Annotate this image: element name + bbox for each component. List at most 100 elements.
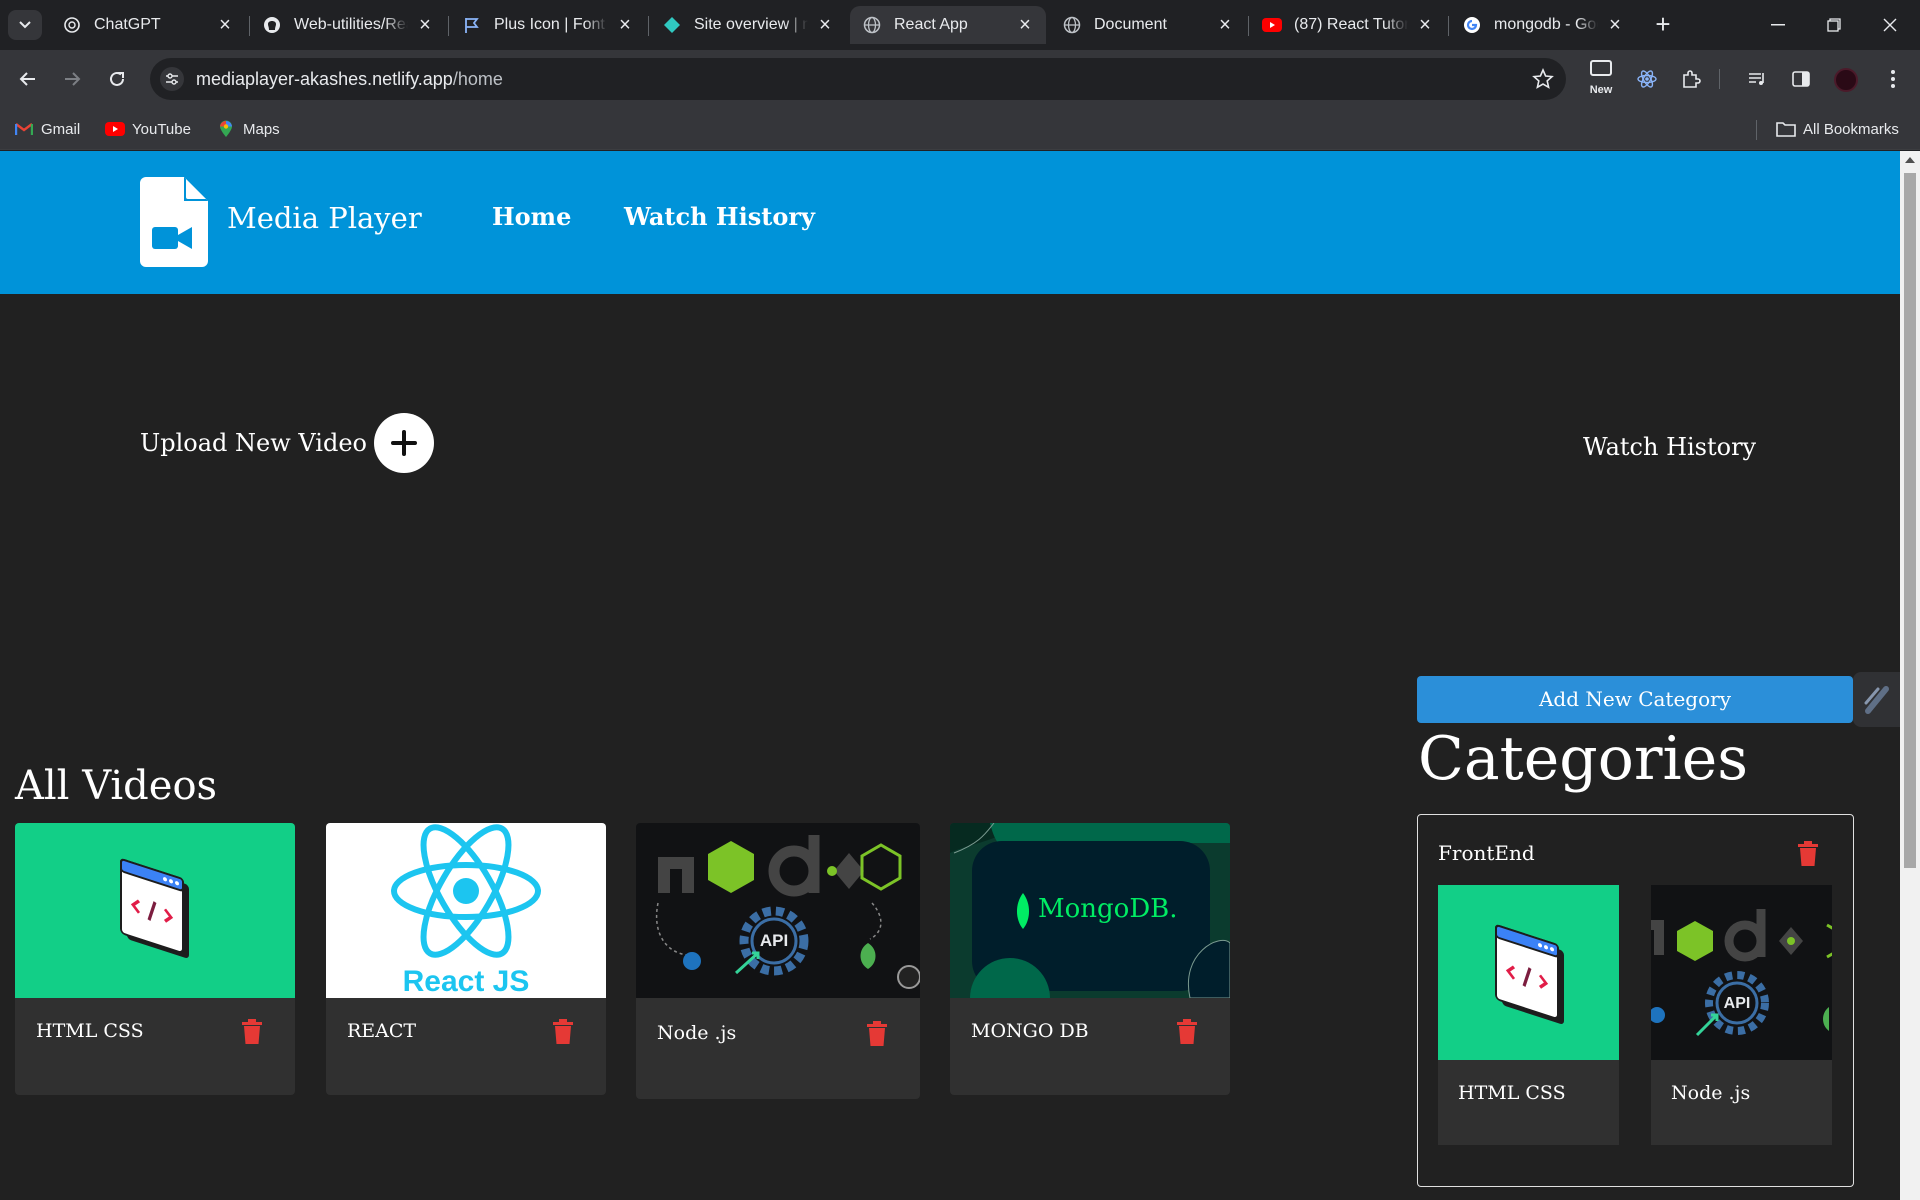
globe-icon (1062, 15, 1082, 35)
trash-icon[interactable] (1176, 1019, 1198, 1045)
media-controls-button[interactable] (1742, 64, 1772, 94)
browser-toolbar: mediaplayer-akashes.netlify.app/home New (0, 50, 1920, 108)
bookmark-label: YouTube (132, 120, 191, 138)
scroll-up-icon[interactable] (1905, 157, 1915, 163)
close-tab-icon[interactable]: × (1416, 14, 1434, 36)
video-caption: HTML CSS (36, 1020, 144, 1042)
trash-icon[interactable] (241, 1019, 263, 1045)
close-icon (1883, 18, 1897, 32)
close-tab-icon[interactable]: × (1016, 14, 1034, 36)
trash-icon[interactable] (1797, 841, 1819, 867)
all-bookmarks-label: All Bookmarks (1803, 120, 1899, 138)
video-thumbnail-html-css[interactable] (15, 823, 295, 998)
app-header: Media Player Home Watch History (0, 151, 1900, 294)
trash-icon[interactable] (552, 1019, 574, 1045)
new-tab-button[interactable]: + (1650, 11, 1676, 38)
minimize-button[interactable] (1750, 0, 1806, 50)
bookmark-star-icon[interactable] (1532, 67, 1554, 95)
video-thumbnail-mongodb[interactable]: MongoDB. (950, 823, 1230, 998)
tab-document[interactable]: Document × (1050, 6, 1246, 44)
video-card[interactable]: React JS REACT (326, 823, 606, 1095)
video-caption: Node .js (657, 1022, 737, 1044)
close-tab-icon[interactable]: × (816, 14, 834, 36)
close-tab-icon[interactable]: × (1606, 14, 1624, 36)
close-window-button[interactable] (1862, 0, 1918, 50)
forward-button[interactable] (56, 63, 88, 95)
close-tab-icon[interactable]: × (416, 14, 434, 36)
arrow-left-icon (19, 72, 35, 86)
tab-title: Plus Icon | Font A (494, 16, 608, 33)
extension-badge: New (1589, 84, 1613, 96)
tab-google[interactable]: mongodb - Goo × (1450, 6, 1636, 44)
react-icon (1637, 70, 1657, 88)
all-bookmarks-button[interactable]: All Bookmarks (1776, 116, 1899, 142)
upload-video-button[interactable] (374, 413, 434, 473)
video-card[interactable]: HTML CSS (15, 823, 295, 1095)
url-text: mediaplayer-akashes.netlify.app/home (196, 69, 503, 90)
video-thumbnail-node: API (1651, 885, 1832, 1060)
video-caption: HTML CSS (1458, 1082, 1566, 1104)
react-devtools-button[interactable] (1632, 64, 1662, 94)
extensions-button[interactable] (1676, 64, 1706, 94)
video-thumbnail-node[interactable]: API (636, 823, 920, 998)
tab-youtube[interactable]: (87) React Tutori × (1250, 6, 1446, 44)
kebab-menu-icon (1891, 70, 1895, 88)
brand-name[interactable]: Media Player (227, 201, 422, 235)
tab-separator (1448, 16, 1449, 36)
category-video-card[interactable]: HTML CSS (1438, 885, 1619, 1145)
thumbnail-text: MongoDB. (1038, 894, 1178, 924)
close-tab-icon[interactable]: × (616, 14, 634, 36)
tab-title: mongodb - Goo (1494, 16, 1598, 33)
reload-button[interactable] (101, 63, 133, 95)
chevron-down-icon (19, 21, 31, 29)
profile-avatar[interactable] (1834, 68, 1858, 92)
video-file-icon[interactable] (140, 177, 208, 267)
close-tab-icon[interactable]: × (216, 14, 234, 36)
side-panel-icon (1792, 71, 1810, 87)
url-host: mediaplayer-akashes.netlify.app (196, 69, 453, 89)
globe-icon (862, 15, 882, 35)
tab-title: Web-utilities/Rea (294, 16, 408, 33)
upload-video-label: Upload New Video (140, 429, 367, 457)
video-caption: REACT (347, 1020, 417, 1042)
bookmark-gmail[interactable]: Gmail (14, 116, 80, 142)
restore-button[interactable] (1806, 0, 1862, 50)
browser-menu-button[interactable] (1878, 64, 1908, 94)
video-card[interactable]: API Node .js (636, 823, 920, 1099)
back-button[interactable] (12, 63, 44, 95)
tab-netlify[interactable]: Site overview | m × (650, 6, 846, 44)
tab-title: Document (1094, 16, 1167, 33)
trash-icon[interactable] (866, 1021, 888, 1047)
youtube-icon (105, 120, 125, 138)
gmail-icon (14, 120, 34, 138)
nav-home[interactable]: Home (492, 202, 571, 231)
close-tab-icon[interactable]: × (1216, 14, 1234, 36)
site-info-icon[interactable] (160, 67, 184, 91)
address-bar[interactable]: mediaplayer-akashes.netlify.app/home (150, 58, 1566, 100)
side-tool-button[interactable] (1853, 672, 1900, 727)
page-scrollbar[interactable] (1900, 151, 1920, 1200)
side-panel-button[interactable] (1786, 64, 1816, 94)
tab-react-app[interactable]: React App × (850, 6, 1046, 44)
tab-fontawesome[interactable]: Plus Icon | Font A × (450, 6, 646, 44)
folder-icon (1776, 120, 1796, 138)
add-category-button[interactable]: Add New Category (1417, 676, 1853, 723)
tab-search-button[interactable] (8, 10, 42, 40)
nav-watch-history[interactable]: Watch History (624, 202, 815, 231)
playlist-icon (1749, 73, 1764, 85)
tab-chatgpt[interactable]: ChatGPT × (50, 6, 246, 44)
tab-github[interactable]: Web-utilities/Rea × (250, 6, 446, 44)
category-card-frontend[interactable]: FrontEnd HTML CSS API Node .js (1417, 814, 1854, 1187)
extension-window-icon (1590, 60, 1612, 76)
video-card[interactable]: MongoDB. MONGO DB (950, 823, 1230, 1095)
scrollbar-thumb[interactable] (1904, 173, 1916, 868)
category-video-card[interactable]: API Node .js (1651, 885, 1832, 1145)
bookmark-youtube[interactable]: YouTube (105, 116, 191, 142)
github-icon (262, 15, 282, 35)
new-extension-button[interactable]: New (1584, 58, 1618, 98)
video-thumbnail-react[interactable]: React JS (326, 823, 606, 998)
google-icon (1462, 15, 1482, 35)
toolbar-separator (1719, 69, 1720, 89)
watch-history-link[interactable]: Watch History (1583, 433, 1756, 461)
bookmark-maps[interactable]: Maps (216, 116, 280, 142)
